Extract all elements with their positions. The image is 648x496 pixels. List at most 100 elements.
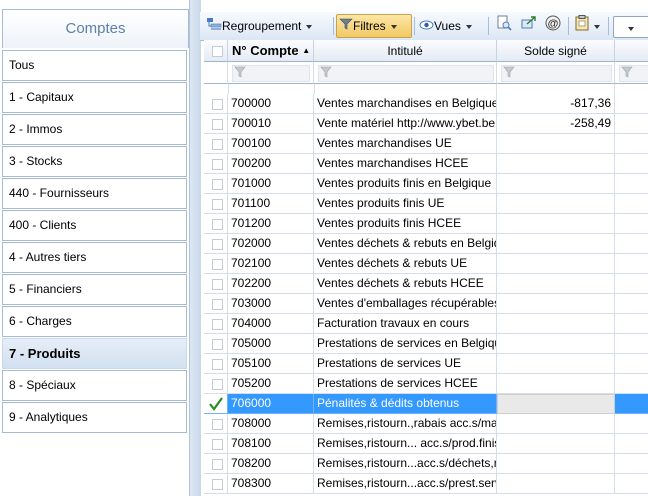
- table-row[interactable]: 708300 Remises,ristourn...acc.s/prest.ser…: [204, 474, 648, 494]
- account-category-item[interactable]: Tous: [2, 50, 187, 81]
- row-select-cell[interactable]: [204, 154, 228, 174]
- row-checkbox[interactable]: [212, 159, 223, 170]
- table-row[interactable]: 700000 Ventes marchandises en Belgique -81…: [204, 94, 648, 114]
- row-select-cell[interactable]: [204, 254, 228, 274]
- account-category-item[interactable]: 5 - Financiers: [2, 274, 187, 305]
- account-category-item[interactable]: 6 - Charges: [2, 306, 187, 337]
- account-label-cell[interactable]: Ventes produits finis en Belgique: [314, 174, 497, 194]
- extra-cell[interactable]: [615, 394, 648, 414]
- account-label-cell[interactable]: Prestations de services UE: [314, 354, 497, 374]
- select-all-checkbox[interactable]: [212, 46, 223, 57]
- row-checkbox[interactable]: [212, 379, 223, 390]
- row-select-cell[interactable]: [204, 294, 228, 314]
- balance-cell[interactable]: [497, 434, 615, 454]
- row-select-cell[interactable]: [204, 414, 228, 434]
- row-checkbox[interactable]: [212, 359, 223, 370]
- row-select-cell[interactable]: [204, 334, 228, 354]
- clipboard-button[interactable]: [575, 15, 600, 37]
- row-checkbox[interactable]: [212, 179, 223, 190]
- row-checkbox[interactable]: [212, 479, 223, 490]
- table-row[interactable]: 700100 Ventes marchandises UE: [204, 134, 648, 154]
- account-number-cell[interactable]: 708100: [228, 434, 314, 454]
- row-checkbox[interactable]: [212, 199, 223, 210]
- account-label-cell[interactable]: Remises,ristourn...acc.s/déchets,rebuts: [314, 454, 497, 474]
- balance-cell[interactable]: [497, 174, 615, 194]
- row-select-cell[interactable]: [204, 374, 228, 394]
- account-number-cell[interactable]: 701100: [228, 194, 314, 214]
- balance-cell[interactable]: [497, 454, 615, 474]
- table-row[interactable]: 700010 Vente matériel http://www.ybet.be -…: [204, 114, 648, 134]
- extra-cell[interactable]: [615, 374, 648, 394]
- filter-cell-label[interactable]: [314, 62, 497, 84]
- balance-cell[interactable]: [497, 234, 615, 254]
- extra-cell[interactable]: [615, 114, 648, 134]
- regroupement-button[interactable]: Regroupement: [206, 15, 313, 37]
- table-row[interactable]: 706000 Pénalités & dédits obtenus: [204, 394, 648, 414]
- account-category-item[interactable]: 7 - Produits: [2, 338, 187, 369]
- row-select-cell[interactable]: [204, 214, 228, 234]
- extra-cell[interactable]: [615, 314, 648, 334]
- account-label-cell[interactable]: Ventes marchandises UE: [314, 134, 497, 154]
- account-label-cell[interactable]: Remises,ristourn.,rabais acc.s/marchandi…: [314, 414, 497, 434]
- row-select-cell[interactable]: [204, 274, 228, 294]
- account-number-cell[interactable]: 702000: [228, 234, 314, 254]
- account-number-cell[interactable]: 700100: [228, 134, 314, 154]
- row-select-cell[interactable]: [204, 394, 228, 414]
- account-category-item[interactable]: 1 - Capitaux: [2, 82, 187, 113]
- account-label-cell[interactable]: Ventes déchets & rebuts UE: [314, 254, 497, 274]
- row-select-cell[interactable]: [204, 194, 228, 214]
- email-button[interactable]: @: [545, 15, 561, 37]
- balance-cell[interactable]: [497, 354, 615, 374]
- account-label-cell[interactable]: Ventes déchets & rebuts HCEE: [314, 274, 497, 294]
- table-row[interactable]: 701000 Ventes produits finis en Belgique: [204, 174, 648, 194]
- balance-cell[interactable]: [497, 314, 615, 334]
- row-checkbox[interactable]: [212, 239, 223, 250]
- table-row[interactable]: 701100 Ventes produits finis UE: [204, 194, 648, 214]
- table-row[interactable]: 705200 Prestations de services HCEE: [204, 374, 648, 394]
- extra-cell[interactable]: [615, 414, 648, 434]
- extra-cell[interactable]: [615, 334, 648, 354]
- balance-cell[interactable]: [497, 374, 615, 394]
- account-category-item[interactable]: 3 - Stocks: [2, 146, 187, 177]
- account-label-cell[interactable]: Pénalités & dédits obtenus: [314, 394, 497, 414]
- column-header-extra[interactable]: [615, 40, 648, 62]
- table-row[interactable]: 708200 Remises,ristourn...acc.s/déchets,r…: [204, 454, 648, 474]
- balance-cell[interactable]: [497, 134, 615, 154]
- balance-cell[interactable]: [497, 474, 615, 494]
- account-label-cell[interactable]: Ventes marchandises en Belgique: [314, 94, 497, 114]
- column-header-account[interactable]: N° Compte ▲: [228, 40, 314, 62]
- select-all-header[interactable]: [204, 40, 228, 62]
- filter-cell-account[interactable]: [228, 62, 314, 84]
- row-checkbox[interactable]: [212, 279, 223, 290]
- row-checkbox[interactable]: [212, 419, 223, 430]
- extra-cell[interactable]: [615, 174, 648, 194]
- balance-cell[interactable]: -817,36: [497, 94, 615, 114]
- account-number-cell[interactable]: 702200: [228, 274, 314, 294]
- row-checkbox[interactable]: [212, 139, 223, 150]
- balance-cell[interactable]: [497, 254, 615, 274]
- balance-cell[interactable]: [497, 414, 615, 434]
- row-select-cell[interactable]: [204, 94, 228, 114]
- account-label-cell[interactable]: Ventes produits finis HCEE: [314, 214, 497, 234]
- row-checkbox[interactable]: [212, 319, 223, 330]
- account-number-cell[interactable]: 708300: [228, 474, 314, 494]
- account-label-cell[interactable]: Vente matériel http://www.ybet.be: [314, 114, 497, 134]
- balance-cell[interactable]: [497, 274, 615, 294]
- account-number-cell[interactable]: 705100: [228, 354, 314, 374]
- extra-cell[interactable]: [615, 274, 648, 294]
- table-row[interactable]: 708000 Remises,ristourn.,rabais acc.s/mar…: [204, 414, 648, 434]
- extra-cell[interactable]: [615, 134, 648, 154]
- account-label-cell[interactable]: Prestations de services HCEE: [314, 374, 497, 394]
- account-number-cell[interactable]: 700010: [228, 114, 314, 134]
- account-category-item[interactable]: 400 - Clients: [2, 210, 187, 241]
- extra-cell[interactable]: [615, 474, 648, 494]
- account-category-item[interactable]: 2 - Immos: [2, 114, 187, 145]
- balance-cell[interactable]: [497, 214, 615, 234]
- filtres-button[interactable]: Filtres: [336, 14, 412, 38]
- extra-cell[interactable]: [615, 254, 648, 274]
- row-checkbox[interactable]: [212, 119, 223, 130]
- row-checkbox[interactable]: [212, 439, 223, 450]
- extra-cell[interactable]: [615, 194, 648, 214]
- table-row[interactable]: 705100 Prestations de services UE: [204, 354, 648, 374]
- row-checkbox[interactable]: [212, 339, 223, 350]
